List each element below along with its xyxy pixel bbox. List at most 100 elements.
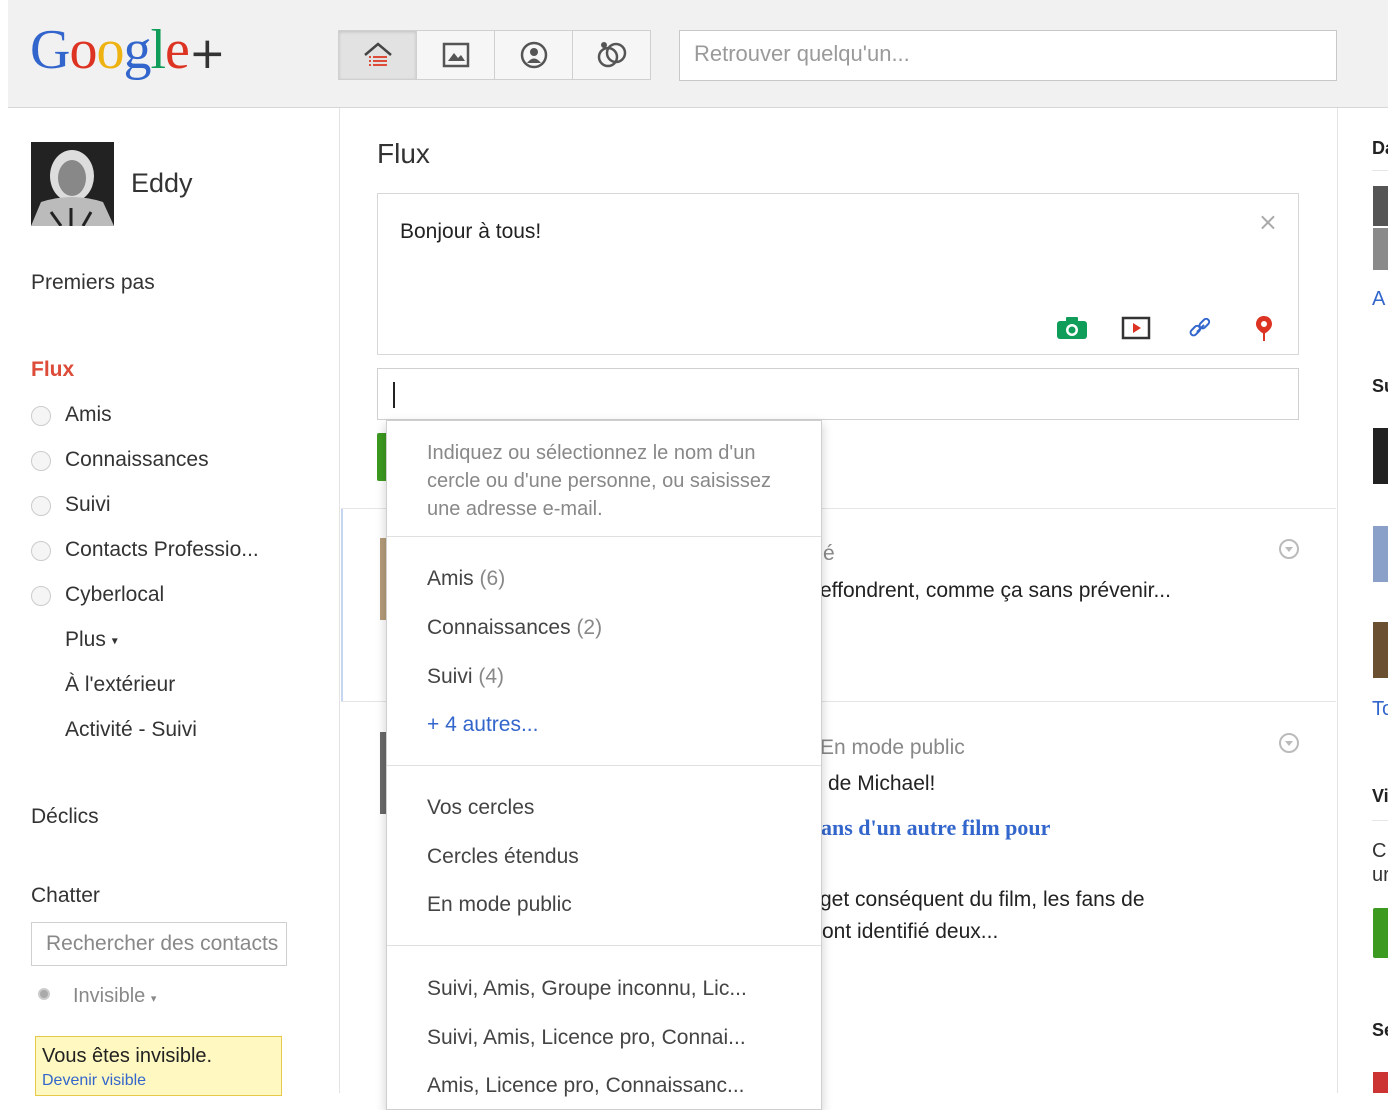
dropdown-recent-2[interactable]: Suivi, Amis, Licence pro, Connai... bbox=[427, 1026, 746, 1050]
sidebar-item-amis[interactable]: Amis bbox=[65, 403, 112, 427]
circle-count: (6) bbox=[479, 567, 506, 590]
dropdown-circle-amis[interactable]: Amis (6) bbox=[427, 567, 505, 591]
post-menu-icon[interactable] bbox=[1279, 733, 1299, 753]
share-with-input[interactable] bbox=[377, 368, 1299, 420]
post-text: de Michael! bbox=[828, 772, 936, 795]
stream-heading[interactable]: Flux bbox=[31, 358, 74, 382]
invisible-notice: Vous êtes invisible. Devenir visible bbox=[35, 1036, 282, 1096]
circle-indicator-icon bbox=[31, 451, 51, 471]
circle-indicator-icon bbox=[31, 541, 51, 561]
link-icon[interactable] bbox=[1184, 314, 1216, 342]
circle-name: Amis bbox=[427, 567, 474, 590]
circle-count: (2) bbox=[576, 616, 603, 639]
right-action-button[interactable] bbox=[1373, 908, 1388, 958]
composer-tools bbox=[1056, 314, 1280, 342]
circles-icon bbox=[597, 42, 626, 68]
camera-icon[interactable] bbox=[1056, 314, 1088, 342]
person-photo[interactable] bbox=[1373, 526, 1388, 582]
getting-started-link[interactable]: Premiers pas bbox=[31, 271, 155, 295]
profile-icon bbox=[520, 41, 547, 69]
person-photo[interactable] bbox=[1373, 622, 1388, 678]
photos-icon bbox=[442, 42, 469, 68]
nav-photos-button[interactable] bbox=[416, 30, 495, 80]
right-heading: Vi bbox=[1372, 786, 1388, 806]
post-text: effondrent, comme ça sans prévenir... bbox=[820, 579, 1171, 602]
dropdown-circle-suivi[interactable]: Suivi (4) bbox=[427, 665, 504, 689]
sidebar-item-cyberlocal[interactable]: Cyberlocal bbox=[65, 583, 164, 607]
right-sidebar: Da A Su To Vi C ur Se bbox=[1337, 108, 1388, 1093]
status-dot-icon bbox=[38, 988, 50, 1000]
user-avatar[interactable] bbox=[31, 142, 114, 226]
sidebar-item-suivi[interactable]: Suivi bbox=[65, 493, 111, 517]
chevron-down-icon: ▾ bbox=[111, 633, 118, 648]
user-name[interactable]: Eddy bbox=[131, 168, 193, 199]
page-title: Flux bbox=[377, 138, 430, 169]
chat-search-input[interactable]: Rechercher des contacts bbox=[31, 922, 287, 966]
post-menu-icon[interactable] bbox=[1279, 539, 1299, 559]
circle-indicator-icon bbox=[31, 496, 51, 516]
sparks-link[interactable]: Déclics bbox=[31, 805, 99, 829]
right-link[interactable]: To bbox=[1372, 698, 1388, 721]
right-heading: Se bbox=[1372, 1020, 1388, 1040]
top-bar: Google+ Retrouver quelqu'un... bbox=[8, 0, 1388, 108]
dropdown-recent-3[interactable]: Amis, Licence pro, Connaissanc... bbox=[427, 1074, 744, 1098]
composer-text[interactable]: Bonjour à tous! bbox=[400, 220, 541, 244]
google-plus-logo[interactable]: Google+ bbox=[30, 18, 226, 86]
divider bbox=[387, 765, 821, 766]
sidebar-more-link[interactable]: Plus ▾ bbox=[65, 628, 118, 652]
location-pin-icon[interactable] bbox=[1248, 314, 1280, 342]
right-heading: Su bbox=[1372, 376, 1388, 396]
people-search-input[interactable]: Retrouver quelqu'un... bbox=[679, 30, 1337, 81]
dropdown-recent-1[interactable]: Suivi, Amis, Groupe inconnu, Lic... bbox=[427, 977, 747, 1001]
divider bbox=[387, 536, 821, 537]
sidebar-item-connaissances[interactable]: Connaissances bbox=[65, 448, 209, 472]
post-meta: En mode public bbox=[820, 736, 965, 759]
circle-indicator-icon bbox=[31, 586, 51, 606]
dropdown-scope-public[interactable]: En mode public bbox=[427, 893, 572, 917]
video-icon[interactable] bbox=[1120, 314, 1152, 342]
dropdown-more-link[interactable]: + 4 autres... bbox=[427, 713, 538, 737]
chevron-down-icon: ▾ bbox=[150, 993, 157, 1005]
divider bbox=[1372, 170, 1388, 171]
close-icon[interactable]: × bbox=[1258, 208, 1278, 236]
post-text: get conséquent du film, les fans de bbox=[820, 888, 1145, 911]
invisible-notice-text: Vous êtes invisible. bbox=[42, 1045, 213, 1067]
chat-heading: Chatter bbox=[31, 884, 100, 907]
home-icon bbox=[363, 42, 392, 66]
main-nav bbox=[338, 30, 651, 80]
selected-post-marker bbox=[341, 509, 343, 701]
post-composer[interactable]: Bonjour à tous! × bbox=[377, 193, 1299, 355]
circle-name: Suivi bbox=[427, 665, 473, 688]
person-photo[interactable] bbox=[1373, 228, 1388, 270]
right-text: C bbox=[1372, 840, 1387, 862]
person-photo[interactable] bbox=[1373, 428, 1388, 484]
dropdown-scope-your-circles[interactable]: Vos cercles bbox=[427, 796, 534, 820]
circle-count: (4) bbox=[478, 665, 505, 688]
sidebar-item-outside[interactable]: À l'extérieur bbox=[65, 673, 175, 697]
circle-indicator-icon bbox=[31, 406, 51, 426]
post-meta: é bbox=[823, 542, 835, 565]
status-label: Invisible bbox=[73, 985, 146, 1007]
sidebar-item-contacts-pro[interactable]: Contacts Professio... bbox=[65, 538, 259, 562]
nav-circles-button[interactable] bbox=[572, 30, 651, 80]
person-photo[interactable] bbox=[1373, 186, 1388, 226]
dropdown-hint: Indiquez ou sélectionnez le nom d'un cer… bbox=[427, 442, 772, 520]
right-heading: Da bbox=[1372, 138, 1388, 158]
dropdown-circle-connaissances[interactable]: Connaissances (2) bbox=[427, 616, 602, 640]
divider bbox=[387, 945, 821, 946]
sidebar-item-activity[interactable]: Activité - Suivi bbox=[65, 718, 197, 742]
right-icon bbox=[1373, 1072, 1388, 1093]
dropdown-scope-extended[interactable]: Cercles étendus bbox=[427, 845, 579, 869]
chat-status-select[interactable]: Invisible ▾ bbox=[73, 985, 156, 1008]
divider bbox=[1372, 820, 1388, 821]
post-text: ont identifié deux... bbox=[822, 920, 999, 943]
nav-profile-button[interactable] bbox=[494, 30, 573, 80]
circle-name: Connaissances bbox=[427, 616, 571, 639]
share-circles-dropdown: Indiquez ou sélectionnez le nom d'un cer… bbox=[386, 420, 822, 1110]
become-visible-link[interactable]: Devenir visible bbox=[42, 1072, 275, 1090]
post-link[interactable]: ans d'un autre film pour bbox=[821, 815, 1050, 841]
right-link[interactable]: A bbox=[1372, 288, 1385, 311]
more-label: Plus bbox=[65, 628, 106, 651]
left-sidebar: Eddy Premiers pas Flux Amis Connaissance… bbox=[0, 108, 340, 1096]
nav-home-button[interactable] bbox=[338, 30, 417, 80]
